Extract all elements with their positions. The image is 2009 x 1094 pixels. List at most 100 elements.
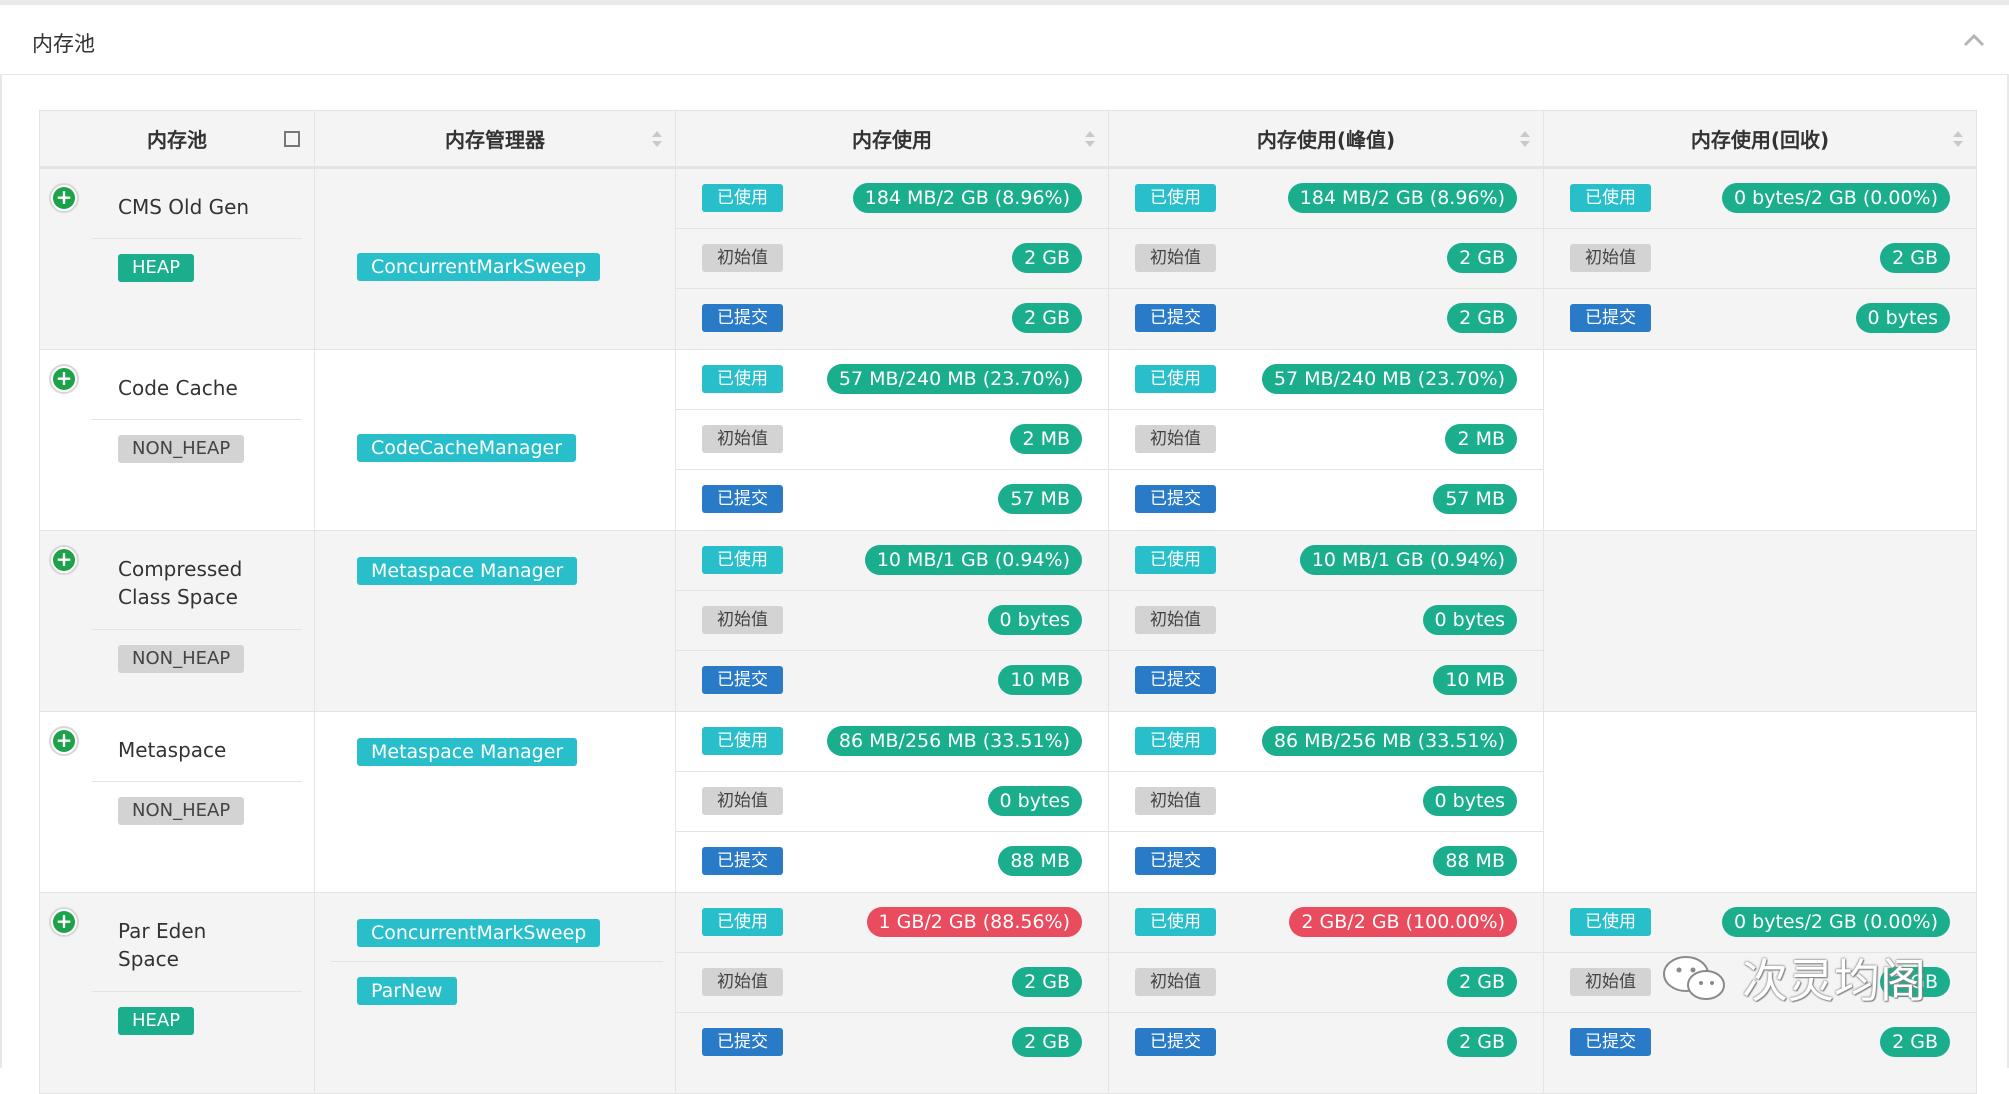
used-value: 10 MB/1 GB (0.94%) bbox=[864, 545, 1082, 575]
committed-value: 88 MB bbox=[998, 846, 1082, 876]
usage-cell: 已使用 86 MB/256 MB (33.51%) 初始值 0 bytes 已提交 8… bbox=[676, 712, 1109, 892]
expand-row-button[interactable]: + bbox=[49, 726, 79, 756]
used-line: 已使用 10 MB/1 GB (0.94%) bbox=[1109, 531, 1543, 590]
committed-value: 2 GB bbox=[1447, 1027, 1517, 1057]
expand-row-button[interactable]: + bbox=[49, 907, 79, 937]
header-memory-usage-peak[interactable]: 内存使用(峰值) bbox=[1109, 111, 1544, 166]
init-value: 0 bytes bbox=[1422, 605, 1517, 635]
chevron-up-icon[interactable] bbox=[1961, 27, 1987, 53]
select-all-checkbox-icon[interactable] bbox=[284, 131, 300, 147]
usage-cell: 已使用 57 MB/240 MB (23.70%) 初始值 2 MB 已提交 57 M… bbox=[676, 350, 1109, 530]
divider bbox=[92, 781, 302, 782]
committed-label: 已提交 bbox=[1135, 304, 1216, 332]
peak-cell: 已使用 10 MB/1 GB (0.94%) 初始值 0 bytes 已提交 10 M… bbox=[1109, 531, 1544, 711]
manager-cell: ConcurrentMarkSweep bbox=[315, 169, 676, 349]
init-label: 初始值 bbox=[702, 606, 783, 634]
expand-row-button[interactable]: + bbox=[49, 183, 79, 213]
committed-label: 已提交 bbox=[1135, 847, 1216, 875]
pool-name: Metaspace bbox=[118, 738, 227, 762]
init-line: 初始值 0 bytes bbox=[676, 590, 1108, 650]
init-line: 初始值 2 MB bbox=[1109, 409, 1543, 469]
init-label: 初始值 bbox=[1135, 968, 1216, 996]
manager-badge: ParNew bbox=[357, 977, 457, 1005]
manager-cell: Metaspace Manager bbox=[315, 531, 676, 711]
header-memory-manager[interactable]: 内存管理器 bbox=[315, 111, 676, 166]
header-memory-usage-collection[interactable]: 内存使用(回收) bbox=[1544, 111, 1977, 166]
committed-value: 57 MB bbox=[1433, 484, 1517, 514]
committed-line: 已提交 10 MB bbox=[1109, 650, 1543, 710]
header-memory-pool[interactable]: 内存池 bbox=[40, 111, 315, 166]
committed-label: 已提交 bbox=[702, 847, 783, 875]
init-value: 2 GB bbox=[1012, 243, 1082, 273]
expand-row-button[interactable]: + bbox=[49, 364, 79, 394]
used-label: 已使用 bbox=[702, 365, 783, 393]
used-label: 已使用 bbox=[1135, 184, 1216, 212]
manager-cell: CodeCacheManager bbox=[315, 350, 676, 530]
manager-cell: ConcurrentMarkSweep ParNew bbox=[315, 893, 676, 1093]
init-label: 初始值 bbox=[1570, 244, 1651, 272]
pool-name: Compressed Class Space bbox=[118, 557, 243, 609]
plus-icon: + bbox=[53, 187, 75, 209]
table-header: 内存池 内存管理器 内存使用 内存使用(峰值) 内存使用(回收) bbox=[40, 111, 1977, 169]
sort-icon[interactable] bbox=[1084, 129, 1096, 149]
used-value: 2 GB/2 GB (100.00%) bbox=[1289, 907, 1517, 937]
divider bbox=[92, 238, 302, 239]
expand-row-button[interactable]: + bbox=[49, 545, 79, 575]
used-value: 0 bytes/2 GB (0.00%) bbox=[1722, 183, 1950, 213]
used-label: 已使用 bbox=[1135, 727, 1216, 755]
committed-line: 已提交 2 GB bbox=[1109, 1012, 1543, 1072]
panel-header: 内存池 bbox=[0, 5, 2009, 75]
sort-icon[interactable] bbox=[1952, 129, 1964, 149]
collection-cell bbox=[1544, 350, 1977, 530]
init-label: 初始值 bbox=[702, 425, 783, 453]
pool-cell: + Par Eden Space HEAP bbox=[40, 893, 315, 1093]
watermark-text: 次灵均阁 bbox=[1742, 954, 1926, 1008]
divider bbox=[92, 991, 302, 992]
init-value: 2 GB bbox=[1880, 243, 1950, 273]
pool-name: Par Eden Space bbox=[118, 919, 207, 971]
used-label: 已使用 bbox=[1135, 546, 1216, 574]
used-value: 184 MB/2 GB (8.96%) bbox=[1287, 183, 1517, 213]
peak-cell: 已使用 86 MB/256 MB (33.51%) 初始值 0 bytes 已提交 8… bbox=[1109, 712, 1544, 892]
pool-cell: + Code Cache NON_HEAP bbox=[40, 350, 315, 530]
used-value: 10 MB/1 GB (0.94%) bbox=[1299, 545, 1517, 575]
memory-pool-table: 内存池 内存管理器 内存使用 内存使用(峰值) 内存使用(回收) + CMS O… bbox=[39, 110, 1977, 1094]
sort-icon[interactable] bbox=[1519, 129, 1531, 149]
divider bbox=[92, 629, 302, 630]
used-line: 已使用 10 MB/1 GB (0.94%) bbox=[676, 531, 1108, 590]
used-label: 已使用 bbox=[1570, 184, 1651, 212]
used-label: 已使用 bbox=[1570, 908, 1651, 936]
committed-line: 已提交 57 MB bbox=[676, 469, 1108, 529]
plus-icon: + bbox=[53, 549, 75, 571]
committed-line: 已提交 88 MB bbox=[1109, 831, 1543, 891]
committed-value: 10 MB bbox=[1433, 665, 1517, 695]
usage-cell: 已使用 10 MB/1 GB (0.94%) 初始值 0 bytes 已提交 10 M… bbox=[676, 531, 1109, 711]
committed-line: 已提交 2 GB bbox=[1544, 1012, 1976, 1072]
peak-cell: 已使用 2 GB/2 GB (100.00%) 初始值 2 GB 已提交 2 GB bbox=[1109, 893, 1544, 1093]
header-memory-usage[interactable]: 内存使用 bbox=[676, 111, 1109, 166]
collection-cell bbox=[1544, 531, 1977, 711]
committed-label: 已提交 bbox=[1135, 666, 1216, 694]
used-line: 已使用 184 MB/2 GB (8.96%) bbox=[1109, 169, 1543, 228]
init-line: 初始值 2 GB bbox=[676, 228, 1108, 288]
committed-label: 已提交 bbox=[1135, 485, 1216, 513]
sort-icon[interactable] bbox=[651, 129, 663, 149]
committed-label: 已提交 bbox=[1135, 1028, 1216, 1056]
panel-title: 内存池 bbox=[32, 32, 95, 56]
plus-icon: + bbox=[53, 368, 75, 390]
committed-line: 已提交 57 MB bbox=[1109, 469, 1543, 529]
used-value: 57 MB/240 MB (23.70%) bbox=[826, 364, 1082, 394]
used-value: 184 MB/2 GB (8.96%) bbox=[852, 183, 1082, 213]
init-label: 初始值 bbox=[1135, 425, 1216, 453]
committed-line: 已提交 2 GB bbox=[1109, 288, 1543, 348]
committed-value: 88 MB bbox=[1433, 846, 1517, 876]
committed-line: 已提交 2 GB bbox=[676, 288, 1108, 348]
committed-line: 已提交 88 MB bbox=[676, 831, 1108, 891]
plus-icon: + bbox=[53, 730, 75, 752]
committed-value: 10 MB bbox=[998, 665, 1082, 695]
collection-cell bbox=[1544, 712, 1977, 892]
init-label: 初始值 bbox=[1135, 787, 1216, 815]
used-line: 已使用 86 MB/256 MB (33.51%) bbox=[1109, 712, 1543, 771]
init-line: 初始值 2 MB bbox=[676, 409, 1108, 469]
pool-name: CMS Old Gen bbox=[118, 195, 250, 219]
